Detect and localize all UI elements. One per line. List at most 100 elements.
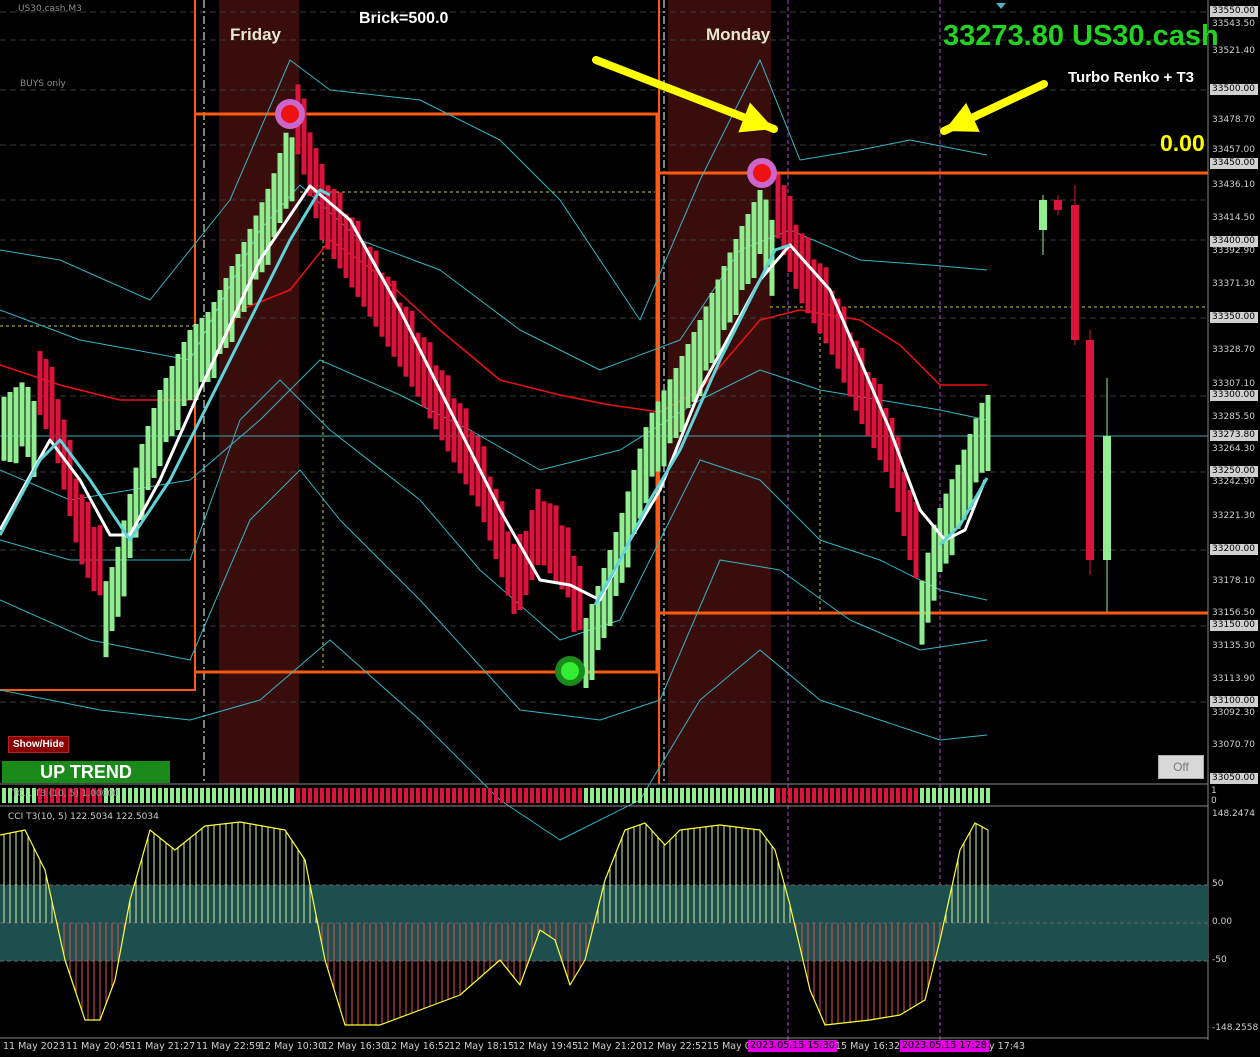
trend-bar	[380, 788, 384, 803]
price-tick: 33436.10	[1212, 180, 1255, 190]
show-hide-button[interactable]: Show/Hide	[8, 736, 70, 753]
renko-brick	[775, 174, 781, 239]
trend-bar	[770, 788, 774, 803]
price-tick: 33478.70	[1212, 115, 1255, 125]
trend-bar	[272, 788, 276, 803]
trend-bar	[332, 788, 336, 803]
trend-status-badge: UP TREND	[2, 761, 170, 783]
price-tick: 33178.10	[1212, 576, 1255, 586]
renko-brick	[919, 580, 925, 645]
renko-brick	[103, 581, 109, 658]
trend-bar	[362, 788, 366, 803]
trend-bar	[890, 788, 894, 803]
renko-brick	[607, 550, 613, 626]
trend-bar	[440, 788, 444, 803]
trend-bar	[740, 788, 744, 803]
trend-bar	[860, 788, 864, 803]
renko-brick	[751, 202, 757, 278]
trend-bar	[392, 788, 396, 803]
renko-brick	[925, 552, 931, 623]
renko-brick	[229, 266, 235, 342]
trend-bar	[806, 788, 810, 803]
renko-brick	[193, 324, 199, 400]
renko-brick	[787, 196, 793, 272]
trend-bar	[920, 788, 924, 803]
time-tick: 15 May 16:32	[835, 1041, 901, 1052]
renko-brick	[907, 490, 913, 560]
price-level-label: 33273.80	[1210, 430, 1258, 441]
cci-tick: -50	[1212, 955, 1227, 965]
candle-body	[1103, 436, 1111, 560]
trend-bar	[218, 788, 222, 803]
time-tick: 11 May 2023	[3, 1041, 65, 1052]
trend-bar	[836, 788, 840, 803]
bar-scale-top: 1	[1211, 786, 1217, 796]
trend-bar	[824, 788, 828, 803]
candle-body	[1054, 200, 1062, 210]
renko-brick	[319, 164, 325, 240]
trend-bar	[782, 788, 786, 803]
trend-bar	[962, 788, 966, 803]
trend-bar	[818, 788, 822, 803]
renko-brick	[7, 392, 13, 462]
trend-bar	[914, 788, 918, 803]
trend-bar	[356, 788, 360, 803]
trend-bar	[572, 788, 576, 803]
trend-bar	[368, 788, 372, 803]
cci-tick: 148.2474	[1212, 809, 1255, 819]
renko-brick	[961, 449, 967, 520]
price-level-label: 33100.00	[1210, 696, 1258, 707]
trend-bar	[254, 788, 258, 803]
trend-bar	[896, 788, 900, 803]
indicator-name-label: Turbo Renko + T3	[1068, 69, 1194, 86]
renko-brick	[19, 382, 25, 447]
candle-body	[1086, 340, 1094, 560]
off-button[interactable]: Off	[1158, 755, 1204, 779]
renko-brick	[469, 431, 475, 496]
renko-brick	[199, 318, 205, 382]
renko-brick	[913, 502, 919, 578]
trend-bar	[662, 788, 666, 803]
trend-bar	[398, 788, 402, 803]
time-tick: 12 May 16:52	[385, 1041, 451, 1052]
trend-bar	[464, 788, 468, 803]
trend-bar	[260, 788, 264, 803]
renko-brick	[703, 306, 709, 371]
trend-bar	[842, 788, 846, 803]
trend-bar	[902, 788, 906, 803]
trend-bar	[194, 788, 198, 803]
renko-brick	[247, 228, 253, 305]
renko-brick	[655, 401, 661, 472]
renko-brick	[127, 494, 133, 558]
trend-bar	[710, 788, 714, 803]
time-tick: 12 May 18:15	[449, 1041, 515, 1052]
chart-canvas[interactable]	[0, 0, 1260, 1057]
renko-brick	[1, 396, 7, 461]
renko-brick	[271, 173, 277, 238]
price-tick: 33092.30	[1212, 708, 1255, 718]
renko-brick	[85, 501, 91, 578]
trend-bar	[182, 788, 186, 803]
price-tick: 33307.10	[1212, 379, 1255, 389]
trend-bar	[422, 788, 426, 803]
trend-bar	[158, 788, 162, 803]
top-edge-marker	[996, 3, 1006, 9]
trend-bar	[500, 788, 504, 803]
trend-bar	[614, 788, 618, 803]
trend-bar	[458, 788, 462, 803]
trend-bar	[620, 788, 624, 803]
renko-brick	[901, 472, 907, 536]
renko-brick	[433, 365, 439, 430]
renko-brick	[421, 337, 427, 408]
renko-brick	[877, 384, 883, 460]
price-tick: 33328.70	[1212, 345, 1255, 355]
trend-bar	[590, 788, 594, 803]
trend-bar	[212, 788, 216, 803]
trend-bar	[830, 788, 834, 803]
renko-brick	[757, 190, 763, 254]
renko-brick	[985, 395, 991, 471]
renko-brick	[631, 470, 637, 534]
trend-bar	[320, 788, 324, 803]
price-level-label: 33550.00	[1210, 6, 1258, 17]
trend-bar	[284, 788, 288, 803]
